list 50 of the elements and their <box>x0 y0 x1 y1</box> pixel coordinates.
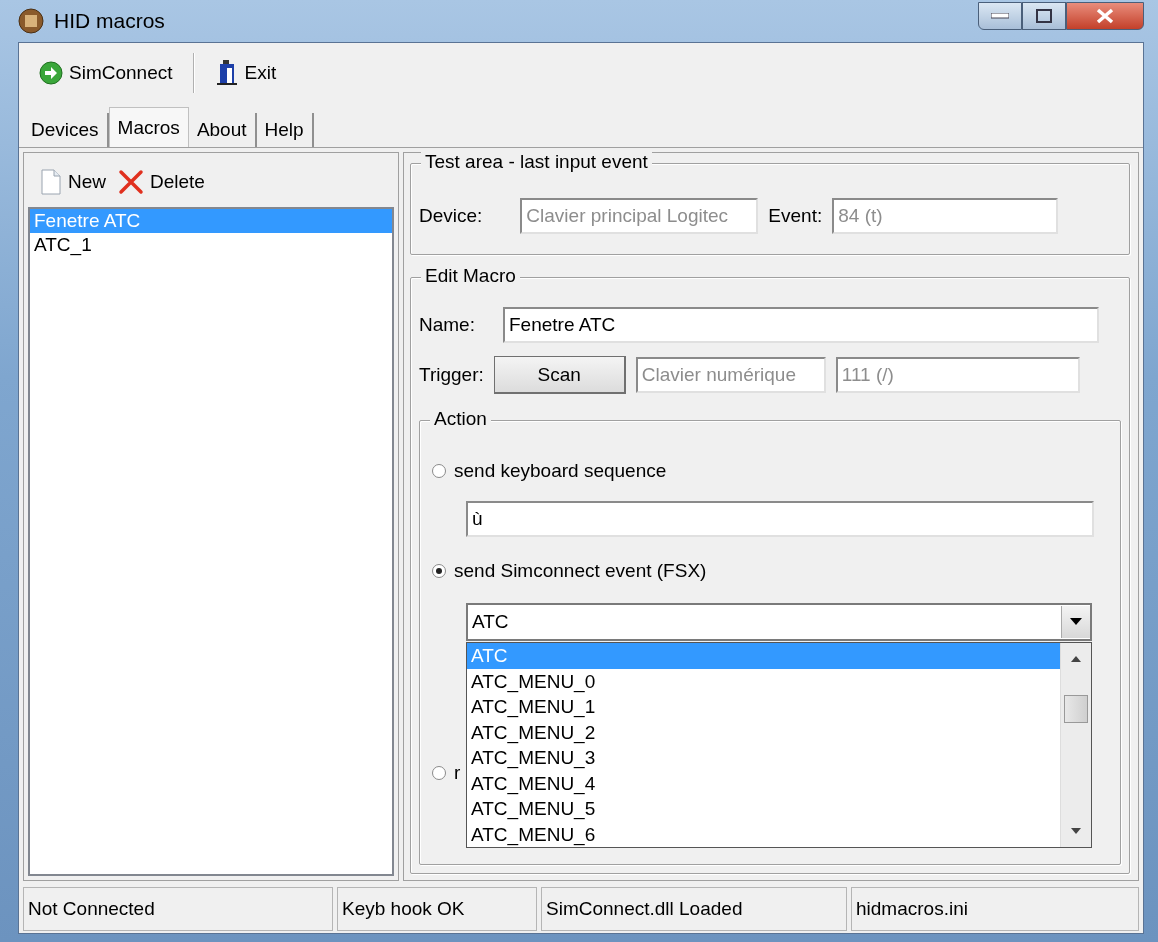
field-label: Name: <box>419 314 475 336</box>
close-icon <box>1096 8 1114 24</box>
macro-list[interactable]: Fenetre ATC ATC_1 <box>28 207 394 876</box>
app-icon <box>18 8 44 34</box>
scroll-thumb[interactable] <box>1064 695 1088 723</box>
field-label: Event: <box>768 205 823 227</box>
maximize-icon <box>1036 9 1052 23</box>
radio-label: send Simconnect event (FSX) <box>454 560 707 582</box>
group-title: Action <box>434 408 487 429</box>
radio-button[interactable] <box>432 464 446 478</box>
radio-button[interactable] <box>432 564 446 578</box>
minimize-icon <box>991 13 1009 19</box>
field-label: Trigger: <box>419 364 484 386</box>
document-icon <box>40 169 62 195</box>
delete-icon <box>118 169 144 195</box>
status-panel: Keyb hook OK <box>337 887 537 931</box>
exit-button[interactable]: Exit <box>210 56 281 90</box>
maximize-button[interactable] <box>1022 2 1066 30</box>
status-panel: SimConnect.dll Loaded <box>541 887 847 931</box>
list-item[interactable]: ATC_1 <box>30 233 392 257</box>
group-title: Test area - last input event <box>425 151 648 172</box>
input-field[interactable]: Fenetre ATC <box>502 307 1099 343</box>
list-option[interactable]: ATC_MENU_6 <box>467 821 1060 847</box>
field-label: Device: <box>419 205 483 227</box>
door-icon <box>214 60 239 86</box>
radio-button[interactable] <box>432 766 446 780</box>
list-option[interactable]: ATC_MENU_3 <box>467 745 1060 771</box>
scan-button[interactable]: Scan <box>493 356 626 394</box>
status-panel: Not Connected <box>23 887 333 931</box>
combo-box[interactable]: ATC <box>466 603 1092 641</box>
radio-label: send keyboard sequence <box>454 460 667 482</box>
scrollbar[interactable] <box>1060 643 1091 847</box>
list-option[interactable]: ATC_MENU_4 <box>467 770 1060 796</box>
input-field[interactable]: ù <box>466 501 1094 537</box>
tab[interactable]: Macros <box>108 107 189 147</box>
radio-label: r <box>454 762 461 784</box>
list-option[interactable]: ATC_MENU_0 <box>467 668 1060 694</box>
status-panel: hidmacros.ini <box>851 887 1139 931</box>
delete-button[interactable]: Delete <box>114 165 209 199</box>
window-title: HID macros <box>54 9 166 33</box>
list-option[interactable]: ATC_MENU_1 <box>467 694 1060 720</box>
minimize-button[interactable] <box>978 2 1022 30</box>
close-button[interactable] <box>1066 2 1144 30</box>
arrow-circle-icon <box>39 61 63 85</box>
dropdown-list[interactable]: ATC ATC_MENU_0 ATC_MENU_1 ATC_MENU_2 ATC_MENU_3 ATC_MENU_4 ATC_MENU_5 ATC_MENU_6 <box>466 642 1092 848</box>
simconnect-button[interactable]: SimConnect <box>35 57 177 89</box>
list-option[interactable]: ATC_MENU_2 <box>467 719 1060 745</box>
new-button[interactable]: New <box>36 165 110 199</box>
group-title: Edit Macro <box>425 265 516 286</box>
list-option[interactable]: ATC_MENU_5 <box>467 796 1060 822</box>
